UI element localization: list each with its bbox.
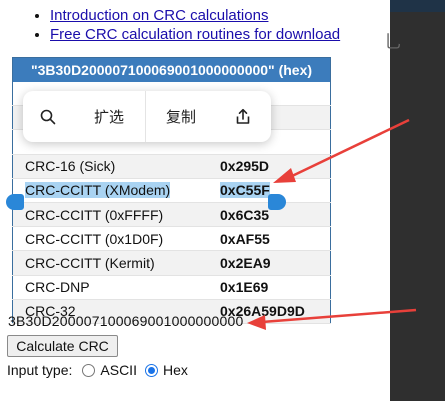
hex-label: Hex	[162, 362, 188, 378]
input-type-row: Input type: ASCII Hex	[7, 362, 196, 378]
search-button[interactable]	[23, 91, 73, 142]
share-icon	[236, 108, 250, 124]
ascii-option[interactable]: ASCII	[82, 362, 137, 378]
selected-text: 0xC55F	[220, 182, 270, 199]
page: 乚 Introduction on CRC calculations Free …	[0, 0, 445, 401]
link-list: Introduction on CRC calculations Free CR…	[28, 6, 340, 44]
input-value[interactable]: 3B30D200007100069001000000000	[8, 313, 243, 329]
side-panel	[390, 0, 445, 401]
crc-intro-link[interactable]: Introduction on CRC calculations	[50, 7, 268, 24]
table-row: CRC-DNP 0x1E69	[12, 275, 331, 300]
link-item: Free CRC calculation routines for downlo…	[50, 25, 340, 44]
link-item: Introduction on CRC calculations	[50, 6, 340, 25]
selected-text: CRC-CCITT (XModem)	[25, 182, 171, 199]
share-button[interactable]	[216, 91, 270, 142]
hex-radio[interactable]	[144, 363, 158, 377]
crc-name: CRC-16 (Sick)	[12, 154, 217, 179]
crc-name: CRC-CCITT (Kermit)	[12, 250, 217, 276]
selection-start-handle[interactable]	[6, 194, 24, 210]
crc-value: 0x295D	[217, 154, 331, 179]
text-selection-menu: 扩选 复制	[23, 91, 271, 142]
hex-option[interactable]: Hex	[144, 362, 188, 378]
table-row: CRC-CCITT (Kermit) 0x2EA9	[12, 250, 331, 276]
expand-selection-button[interactable]: 扩选	[73, 91, 145, 142]
calculate-crc-button[interactable]: Calculate CRC	[7, 335, 118, 357]
side-panel-top-strip	[390, 0, 445, 12]
table-row: CRC-16 (Sick) 0x295D	[12, 154, 331, 179]
crc-name: CRC-CCITT (0x1D0F)	[12, 226, 217, 252]
crc-name-selected[interactable]: CRC-CCITT (XModem)	[12, 178, 217, 203]
partial-glyph: 乚	[384, 32, 402, 53]
input-type-label: Input type:	[7, 362, 73, 378]
crc-name: CRC-CCITT (0xFFFF)	[12, 202, 217, 228]
selection-end-handle[interactable]	[268, 194, 286, 210]
crc-value: 0x2EA9	[217, 250, 331, 276]
crc-value: 0xAF55	[217, 226, 331, 252]
table-header: "3B30D200007100069001000000000" (hex)	[12, 57, 331, 82]
ascii-label: ASCII	[100, 362, 137, 378]
search-icon	[40, 109, 56, 124]
crc-routines-link[interactable]: Free CRC calculation routines for downlo…	[50, 26, 340, 43]
crc-name: CRC-DNP	[12, 275, 217, 300]
ascii-radio[interactable]	[82, 363, 96, 377]
crc-value: 0x1E69	[217, 275, 331, 300]
table-header-row: "3B30D200007100069001000000000" (hex)	[12, 57, 331, 82]
copy-button[interactable]: 复制	[146, 91, 216, 142]
table-row: CRC-CCITT (0x1D0F) 0xAF55	[12, 226, 331, 252]
